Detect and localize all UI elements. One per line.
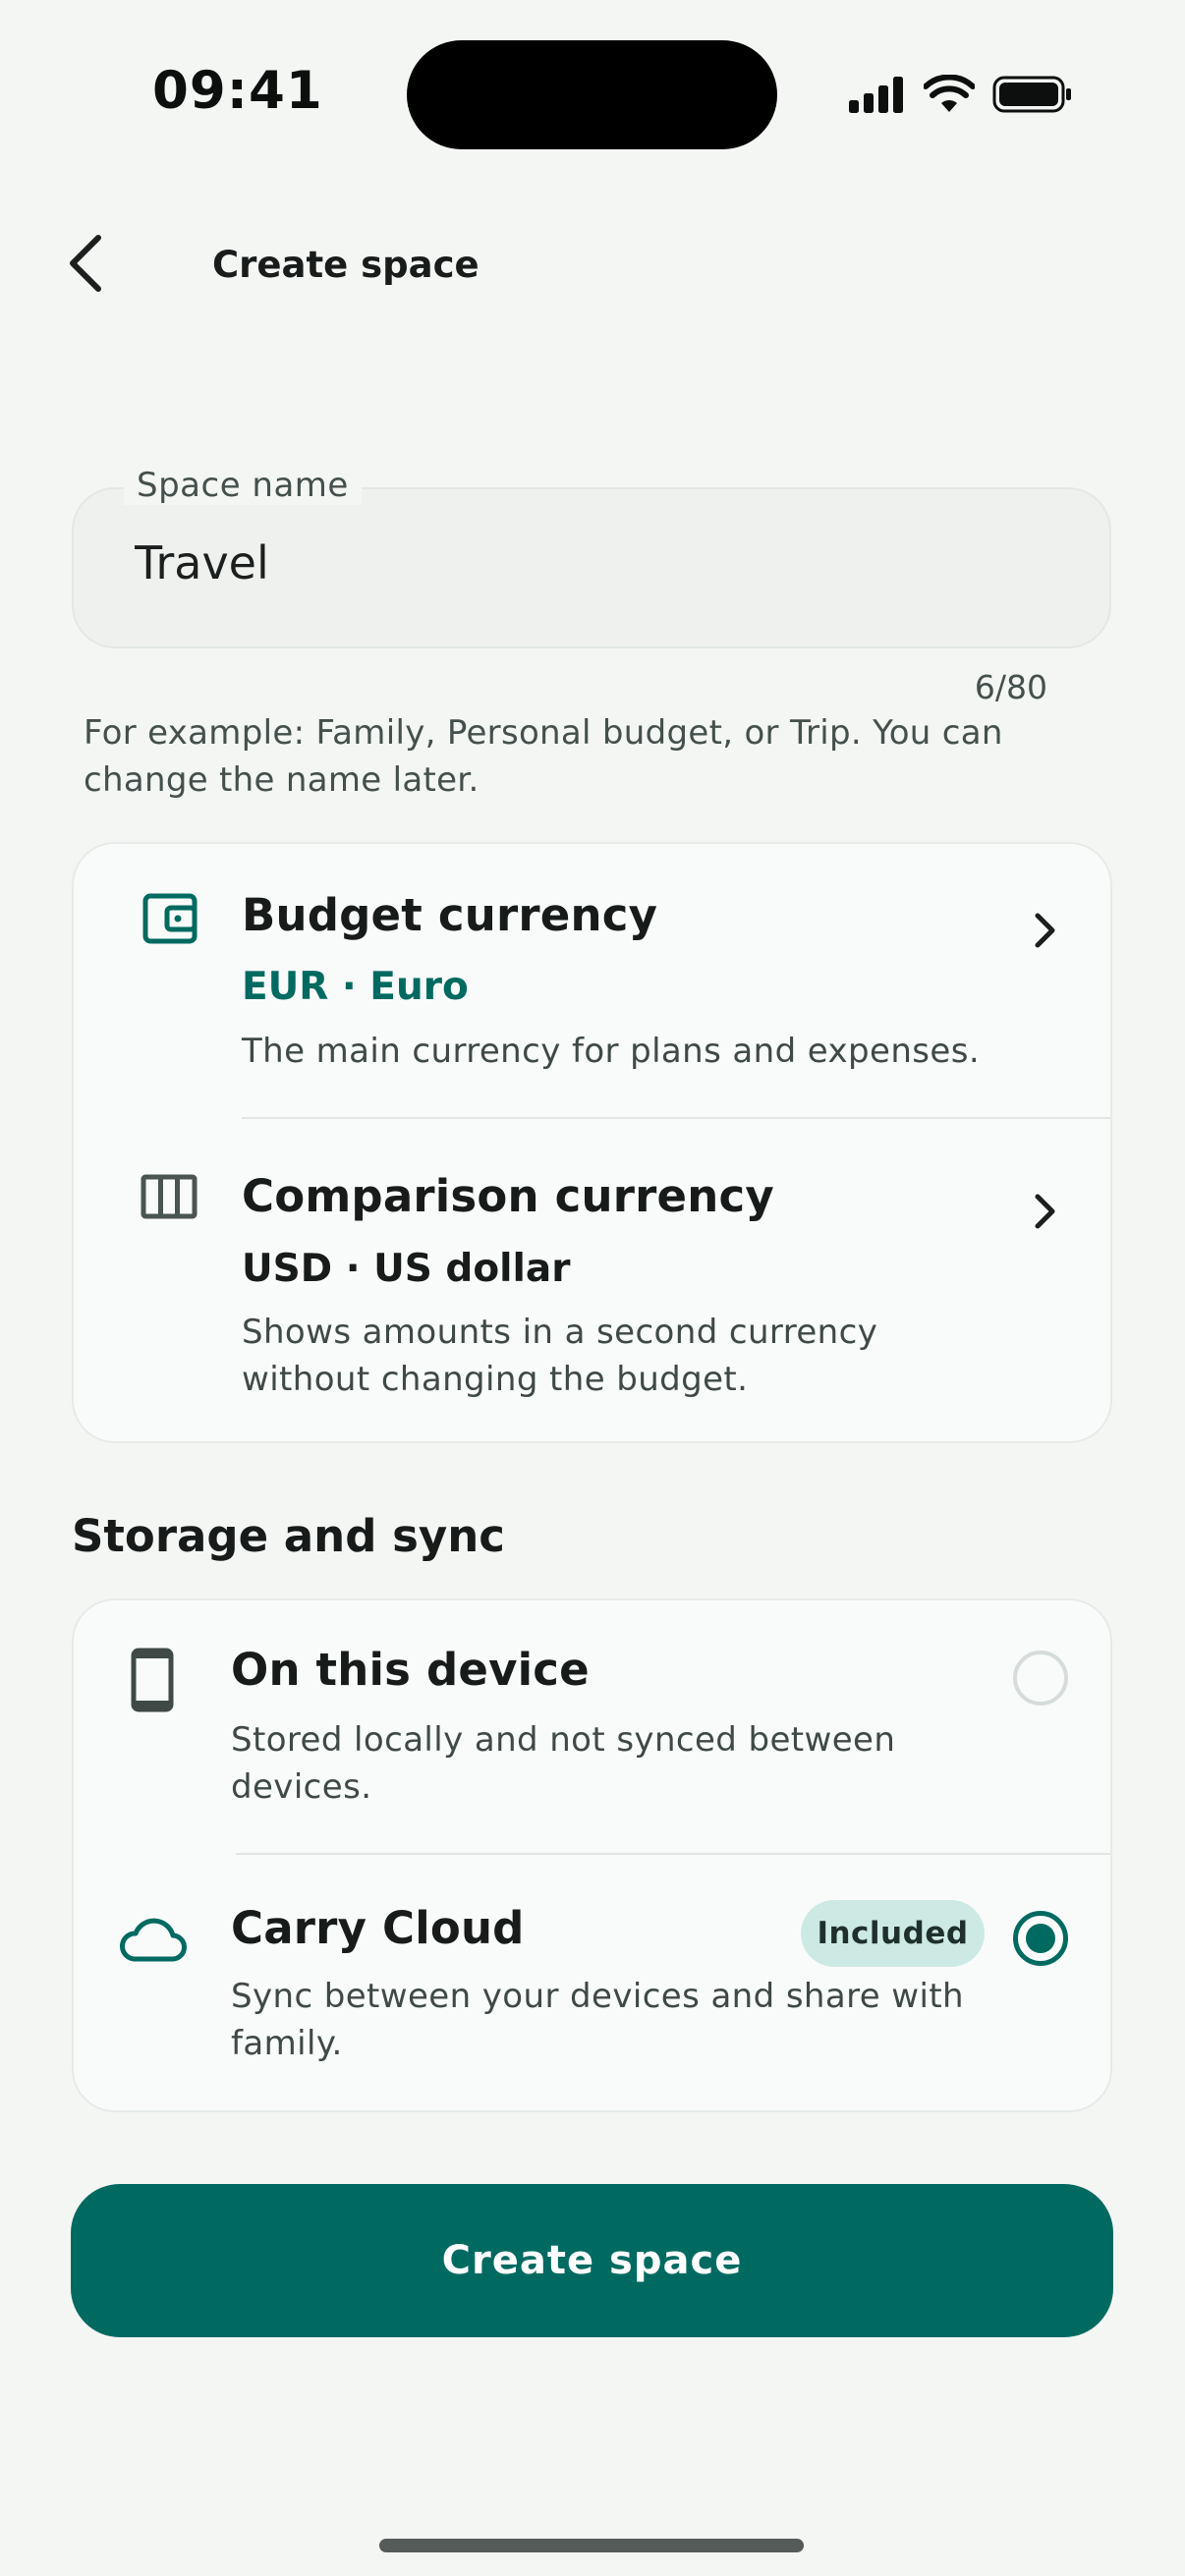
cloud-option-title: Carry Cloud (231, 1902, 525, 1954)
phone-icon (131, 1648, 174, 1712)
comparison-currency-description: Shows amounts in a second currency witho… (242, 1313, 878, 1399)
budget-currency-description: The main currency for plans and expenses… (242, 1032, 981, 1071)
character-counter: 6/80 (974, 668, 1047, 706)
included-badge: Included (801, 1900, 985, 1967)
space-name-helper-text: For example: Family, Personal budget, or… (84, 713, 1003, 800)
comparison-currency-row[interactable]: Comparison currency USD · US dollar Show… (74, 1119, 1110, 1438)
storage-section-title: Storage and sync (72, 1510, 505, 1562)
budget-currency-row[interactable]: Budget currency EUR · Euro The main curr… (74, 844, 1110, 1117)
dynamic-island (407, 40, 777, 149)
wallet-icon (142, 893, 198, 944)
budget-currency-title: Budget currency (242, 889, 658, 941)
columns-icon (141, 1174, 198, 1219)
chevron-left-icon (70, 235, 101, 292)
wifi-icon (924, 75, 975, 112)
space-name-input[interactable] (135, 536, 1019, 589)
battery-icon (992, 76, 1071, 113)
comparison-currency-value: USD · US dollar (242, 1247, 571, 1291)
device-radio[interactable] (1013, 1651, 1068, 1706)
chevron-right-icon (1035, 1194, 1055, 1229)
chevron-right-icon (1035, 913, 1055, 948)
cloud-radio[interactable] (1013, 1911, 1068, 1966)
storage-option-cloud[interactable]: Carry Cloud Sync between your devices an… (74, 1855, 1110, 2107)
cloud-icon (120, 1918, 187, 1962)
space-name-label: Space name (124, 466, 362, 505)
comparison-currency-title: Comparison currency (242, 1170, 774, 1222)
device-option-description: Stored locally and not synced between de… (231, 1720, 896, 1807)
home-indicator (379, 2539, 804, 2552)
storage-option-device[interactable]: On this device Stored locally and not sy… (74, 1600, 1110, 1853)
cellular-signal-icon (849, 77, 903, 113)
cloud-option-description: Sync between your devices and share with… (231, 1977, 965, 2063)
budget-currency-chevron[interactable] (1015, 901, 1074, 960)
device-option-title: On this device (231, 1644, 590, 1696)
comparison-currency-chevron[interactable] (1015, 1182, 1074, 1241)
status-icons (847, 69, 1073, 120)
create-space-button[interactable]: Create space (71, 2184, 1113, 2337)
back-button[interactable] (51, 222, 118, 305)
budget-currency-value: EUR · Euro (242, 965, 469, 1009)
radio-selected-dot (1026, 1924, 1055, 1953)
status-time: 09:41 (152, 61, 323, 121)
page-title: Create space (212, 244, 480, 286)
